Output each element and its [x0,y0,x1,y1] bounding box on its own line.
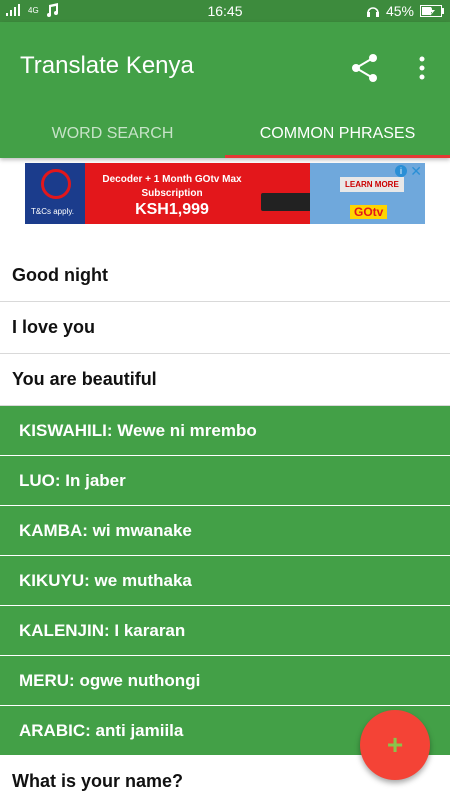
translation-row: KAMBA: wi mwanake [0,506,450,556]
translation-text: KIKUYU: we muthaka [19,571,192,590]
supersport-logo-icon [41,169,71,199]
list-item[interactable]: You are beautiful [0,354,450,406]
phrase-text: What is your name? [12,771,184,791]
phrase-text: I love you [12,317,96,337]
translation-row: MERU: ogwe nuthongi [0,656,450,706]
ad-logo: T&Cs apply. [25,163,85,224]
battery-charging-icon [420,5,444,17]
ad-close-icon[interactable]: ✕ [410,163,422,180]
ad-info-icon[interactable]: i [395,165,407,177]
translation-text: KISWAHILI: Wewe ni mrembo [19,421,257,440]
translation-row: KALENJIN: I kararan [0,606,450,656]
more-vert-icon [419,56,425,80]
app-title: Translate Kenya [20,52,194,79]
ad-terms: T&Cs apply. [31,207,74,216]
headphones-icon [366,7,379,17]
ad-price: KSH1,999 [135,201,209,218]
translation-text: KALENJIN: I kararan [19,621,186,640]
ad-learn-more-button[interactable]: LEARN MORE [340,177,404,192]
app-bar: Translate Kenya WORD SEARCH COMMON PHRAS… [0,22,450,158]
translation-text: ARABIC: anti jamiila [19,721,184,740]
translation-text: KAMBA: wi mwanake [19,521,192,540]
ad-right-panel: LEARN MORE GOtv i ✕ [310,163,425,224]
ad-headline: Decoder + 1 Month GOtv Max Subscription [87,173,257,201]
phrase-text: Good night [12,265,108,285]
list-item[interactable]: Good night [0,250,450,302]
plus-icon: + [386,729,404,760]
ad-banner[interactable]: T&Cs apply. Decoder + 1 Month GOtv Max S… [25,163,425,224]
tab-word-search[interactable]: WORD SEARCH [0,112,225,158]
status-right: 45% [366,3,444,19]
translation-text: LUO: In jaber [19,471,126,490]
translation-row: KISWAHILI: Wewe ni mrembo [0,406,450,456]
translation-text: MERU: ogwe nuthongi [19,671,201,690]
ad-line2: Subscription [141,188,203,199]
translation-row: LUO: In jaber [0,456,450,506]
status-bar: 4G 16:45 45% [0,0,450,22]
phrase-text: You are beautiful [12,369,157,389]
battery-percent: 45% [385,3,414,19]
add-fab-button[interactable]: + [360,710,430,780]
overflow-menu-button[interactable] [412,52,432,84]
tab-indicator [225,155,450,158]
ad-brand: GOtv [350,205,388,219]
list-item[interactable]: I love you [0,302,450,354]
tab-common-phrases[interactable]: COMMON PHRASES [225,112,450,158]
translation-row: KIKUYU: we muthaka [0,556,450,606]
share-icon [352,54,377,82]
ad-line1: Decoder + 1 Month GOtv Max [102,174,242,185]
tab-bar: WORD SEARCH COMMON PHRASES [0,112,450,158]
share-button[interactable] [350,52,380,84]
